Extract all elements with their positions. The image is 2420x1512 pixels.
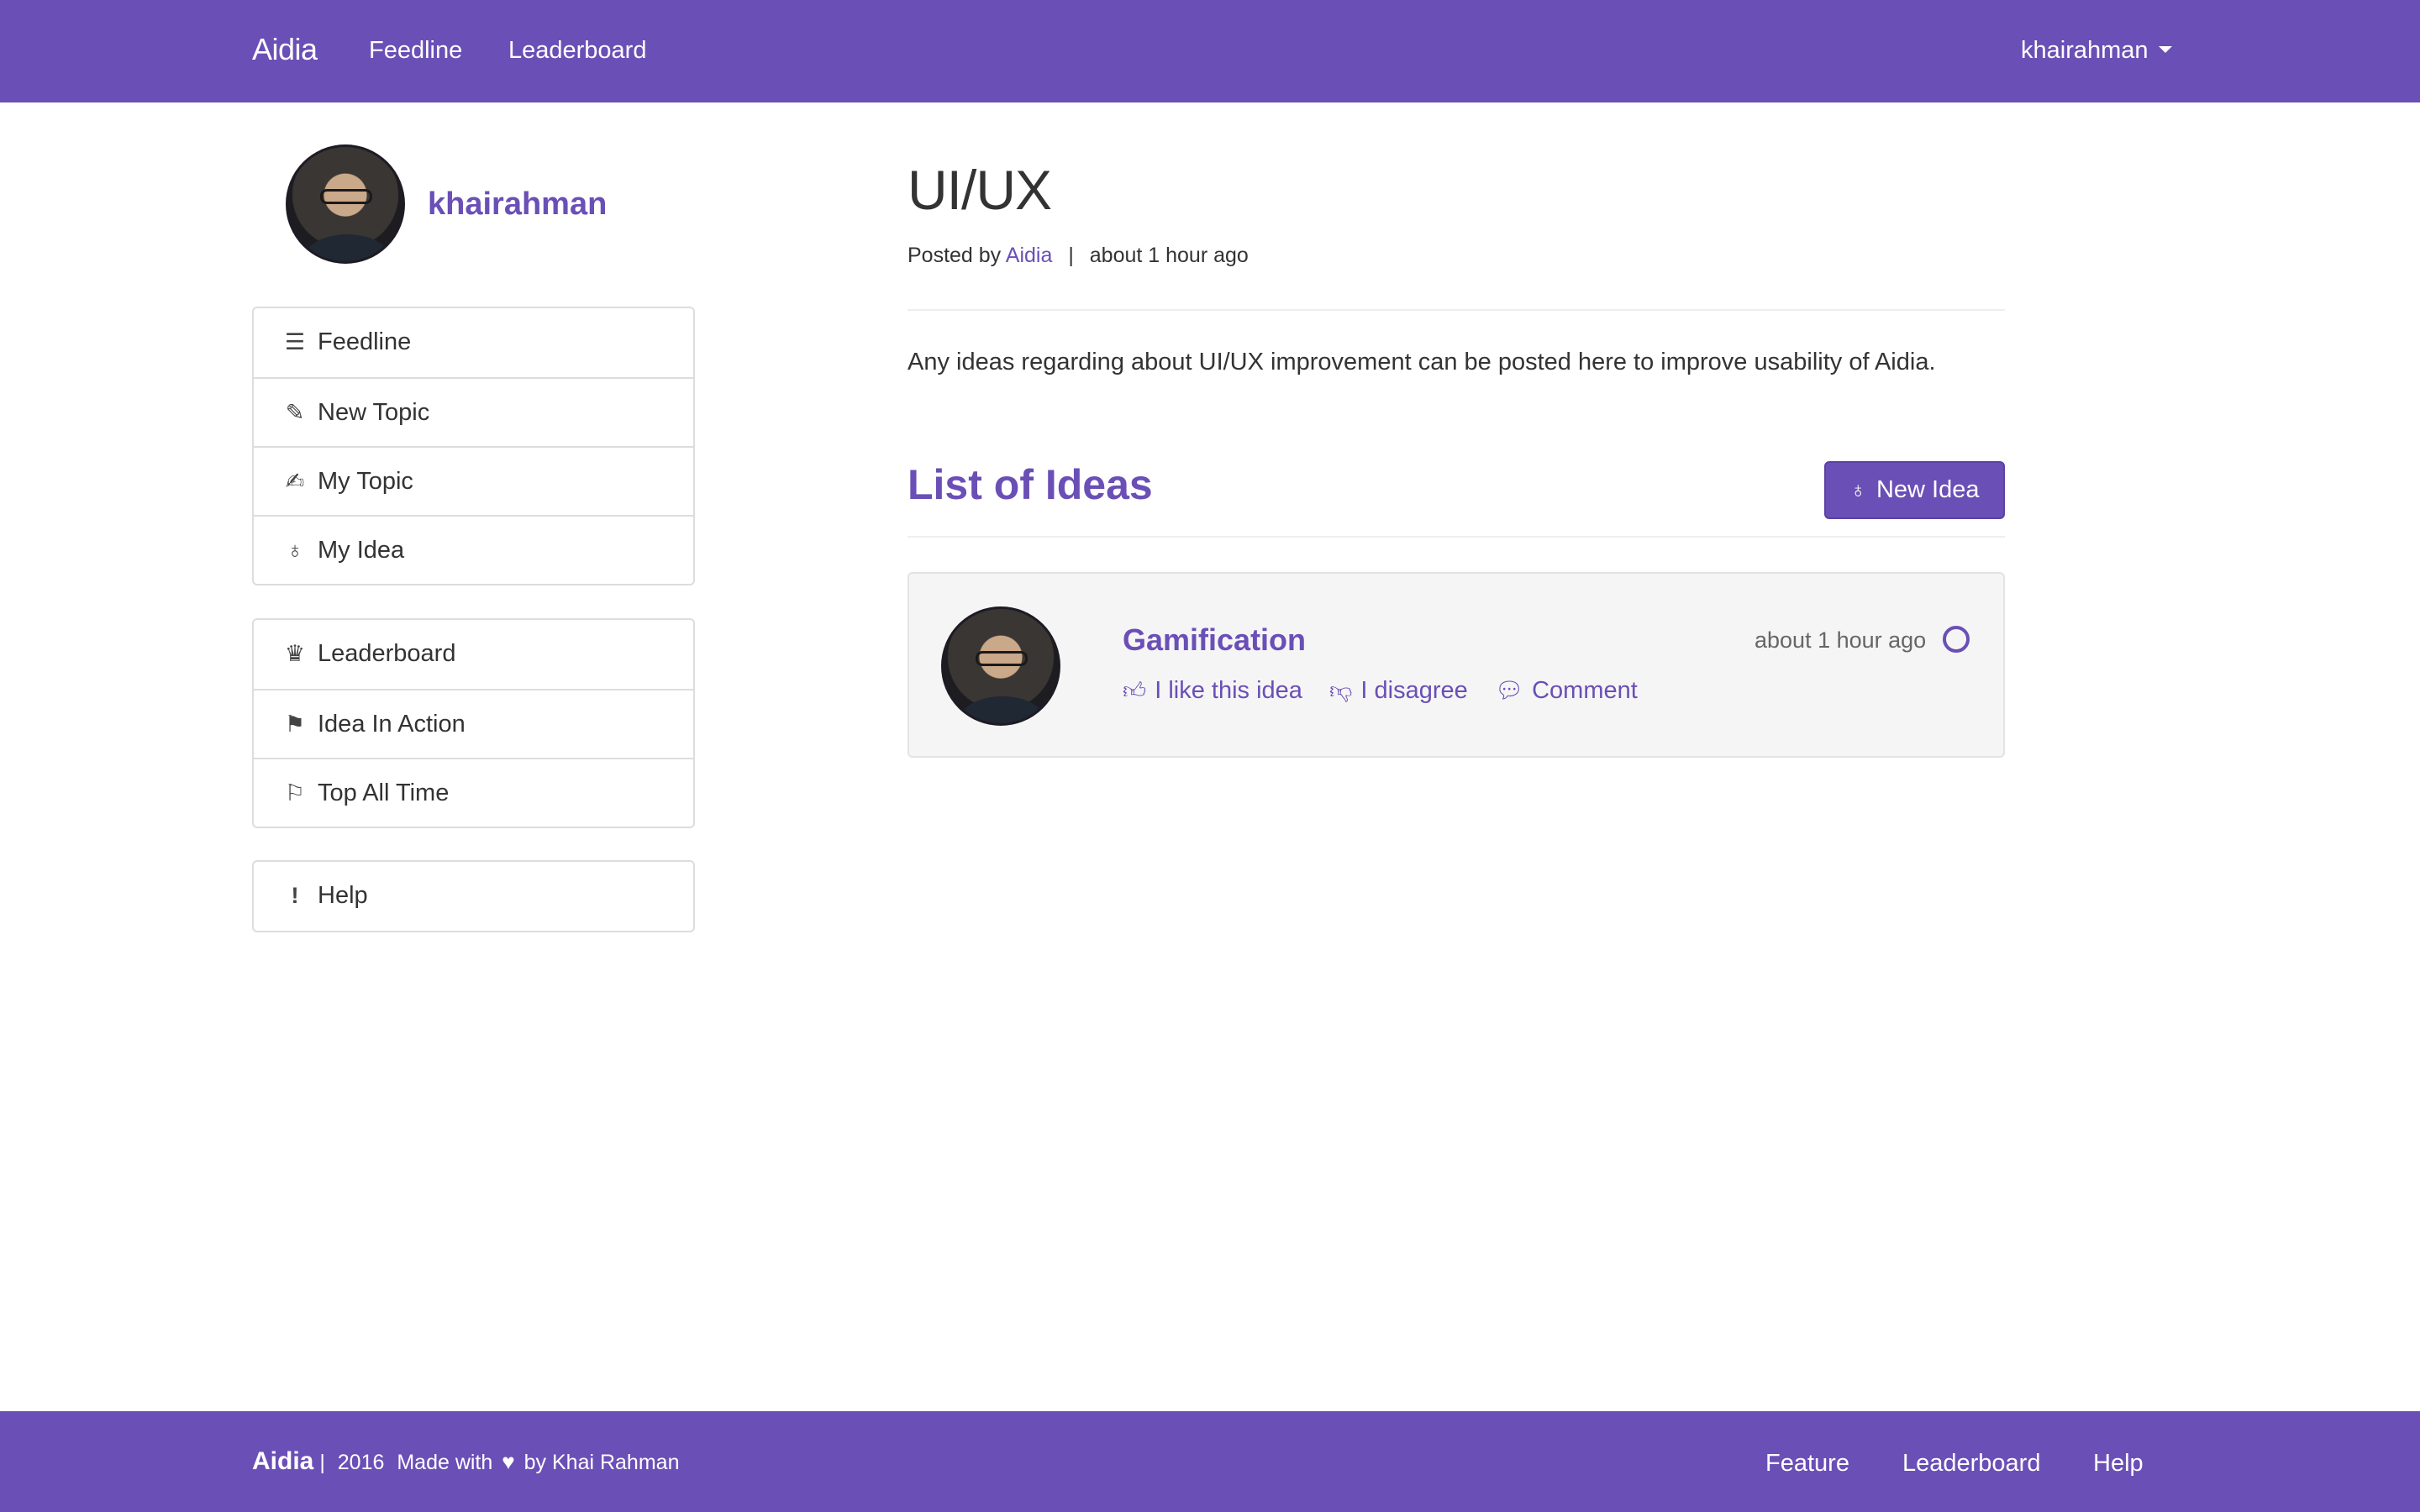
sidebar-item-label: Idea In Action [318,711,466,738]
topic-meta: Posted by Aidia | about 1 hour ago [908,240,1249,270]
comment-label: Comment [1532,677,1638,704]
sidebar-item-idea-in-action[interactable]: ⚑ Idea In Action [254,689,693,758]
footer-made-with: Made with [397,1451,493,1474]
sidebar-item-label: Top All Time [318,780,450,806]
avatar [286,144,405,264]
like-button[interactable]: 👍︎ I like this idea [1123,673,1302,708]
thumbs-down-icon: 👎︎ [1328,678,1353,703]
idea-time: about 1 hour ago [1754,627,1927,653]
idea-title-link[interactable]: Gamification [1123,619,1306,661]
sidebar-item-label: Help [318,882,368,909]
new-idea-button-label: New Idea [1876,476,1980,503]
sidebar-item-new-topic[interactable]: ✎ New Topic [254,377,693,446]
flag-icon: ⚑ [284,711,306,737]
lightbulb-icon: ♁ [286,538,304,563]
caret-down-icon [2158,46,2172,54]
sidebar-item-help[interactable]: ! Help [254,862,693,931]
meta-separator: | [1068,244,1074,267]
user-menu-dropdown[interactable]: khairahman [2021,32,2172,69]
checkered-flag-icon: ⚐ [284,780,306,806]
disagree-label: I disagree [1360,677,1468,704]
circle-outline-icon[interactable] [1943,626,1970,653]
avatar-glasses [320,189,372,204]
nav-link-leaderboard[interactable]: Leaderboard [508,32,646,69]
sidebar-menu-rankings: ♛ Leaderboard ⚑ Idea In Action ⚐ Top All… [252,618,695,828]
edit-icon: ✍ [285,469,305,494]
ideas-heading: List of Ideas [908,461,1153,508]
footer-link-feature[interactable]: Feature [1765,1445,1849,1482]
new-idea-button[interactable]: ♁ New Idea [1824,461,2005,519]
sidebar-menu-main: ☰ Feedline ✎ New Topic ✍ My Topic ♁ My I… [252,307,695,585]
divider [908,536,2005,538]
sidebar-item-feedline[interactable]: ☰ Feedline [254,308,693,377]
page: Aidia Feedline Leaderboard khairahman kh… [0,0,2420,1512]
footer-link-help[interactable]: Help [2093,1445,2144,1482]
sidebar-item-label: New Topic [318,399,430,426]
author-link[interactable]: Aidia [1006,244,1053,267]
footer-year: 2016 [337,1451,385,1474]
pencil-icon: ✎ [285,400,305,425]
idea-actions: 👍︎ I like this idea 👎︎ I disagree 💬︎ Commen… [1123,673,1658,708]
sidebar-menu-help: ! Help [252,860,695,932]
like-label: I like this idea [1155,677,1302,704]
user-menu-name: khairahman [2021,37,2149,64]
avatar-shirt [959,696,1046,723]
nav-link-feedline[interactable]: Feedline [369,32,462,69]
sidebar-item-top-all-time[interactable]: ⚐ Top All Time [254,758,693,827]
footer-brand-link[interactable]: Aidia [252,1447,313,1475]
posted-by-label: Posted by [908,244,1002,267]
footer-credits: Aidia | 2016 Made with ♥ by Khai Rahman [252,1443,679,1481]
topic-description: Any ideas regarding about UI/UX improvem… [908,349,1936,375]
trophy-icon: ♛ [284,641,306,666]
footer-author: by Khai Rahman [523,1451,680,1474]
list-icon: ☰ [284,329,306,354]
sidebar-item-my-idea[interactable]: ♁ My Idea [254,515,693,584]
sidebar-item-label: Feedline [318,328,412,355]
avatar-shirt [303,234,391,261]
footer-link-leaderboard[interactable]: Leaderboard [1902,1445,2040,1482]
disagree-button[interactable]: 👎︎ I disagree [1329,673,1468,708]
profile-username[interactable]: khairahman [428,181,607,227]
footer-separator: | [319,1451,325,1474]
idea-card: Gamification about 1 hour ago 👍︎ I like t… [908,572,2005,758]
avatar-glasses [976,651,1028,666]
divider [908,309,2005,311]
sidebar-item-my-topic[interactable]: ✍ My Topic [254,446,693,515]
sidebar-item-label: My Topic [318,468,413,495]
sidebar-item-label: Leaderboard [318,640,456,667]
avatar [941,606,1060,726]
top-navbar: Aidia Feedline Leaderboard khairahman [0,0,2420,102]
topic-time: about 1 hour ago [1089,244,1249,267]
thumbs-up-icon: 👍︎ [1123,678,1147,703]
comment-button[interactable]: 💬︎ Comment [1495,673,1638,708]
sidebar-item-leaderboard[interactable]: ♛ Leaderboard [254,620,693,689]
footer: Aidia | 2016 Made with ♥ by Khai Rahman … [0,1411,2420,1512]
page-title: UI/UX [908,159,1052,221]
lightbulb-icon: ♁ [1849,477,1866,502]
exclamation-icon: ! [291,883,299,908]
comment-icon: 💬︎ [1494,678,1524,703]
heart-icon: ♥ [502,1449,515,1474]
sidebar-item-label: My Idea [318,537,405,564]
brand-logo-link[interactable]: Aidia [252,29,318,71]
